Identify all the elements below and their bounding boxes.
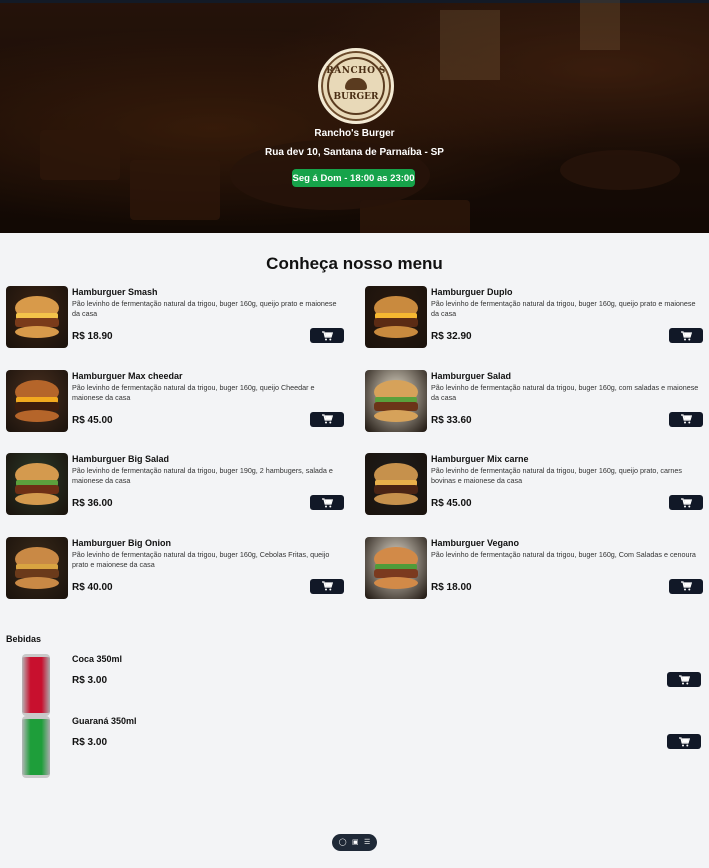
menu-item: Hamburguer Mix carne Pão levinho de ferme…: [365, 453, 703, 515]
header-banner: RANCHO'S BURGER Rancho's Burger Rua dev …: [0, 0, 709, 233]
floating-toolbar[interactable]: ◯ ▣ ☰: [332, 834, 377, 851]
product-name: Hamburguer Max cheedar: [72, 370, 183, 381]
drink-name: Coca 350ml: [72, 654, 123, 664]
product-price: R$ 33.60: [431, 414, 472, 426]
product-name: Hamburguer Salad: [431, 370, 512, 381]
product-image: [365, 369, 427, 432]
product-name: Hamburguer Vegano: [431, 537, 520, 548]
menu-item: Hamburguer Smash Pão levinho de fermentaç…: [6, 286, 344, 348]
product-description: Pão levinho de fermentação natural da tr…: [431, 549, 696, 559]
product-name: Hamburguer Mix carne: [431, 454, 529, 464]
drink-item: Guaraná 350ml R$ 3.00: [6, 716, 701, 778]
add-to-cart-button[interactable]: [310, 411, 344, 427]
product-description: Pão levinho de fermentação natural da tr…: [72, 382, 315, 402]
cart-icon: [321, 414, 333, 424]
menu-item: Hamburguer Max cheedar Pão levinho de fer…: [6, 369, 344, 432]
drinks-title: Bebidas: [6, 634, 42, 644]
product-description: Pão levinho de fermentação natural da tr…: [431, 466, 682, 485]
product-name: Hamburguer Big Salad: [72, 454, 170, 464]
restaurant-address: Rua dev 10, Santana de Parnaíba - SP: [265, 147, 444, 158]
add-to-cart-button[interactable]: [310, 578, 344, 594]
cart-icon: [680, 414, 692, 424]
product-name: Hamburguer Smash: [72, 287, 158, 297]
product-image: [365, 286, 427, 348]
add-to-cart-button[interactable]: [669, 328, 703, 343]
restaurant-logo: RANCHO'S BURGER: [318, 48, 394, 124]
cart-icon: [678, 674, 690, 684]
product-price: R$ 18.90: [72, 331, 113, 342]
cart-icon: [321, 581, 333, 591]
add-to-cart-button[interactable]: [669, 495, 703, 510]
cart-icon: [321, 497, 333, 507]
logo-ring: [327, 57, 385, 115]
toggle-icon[interactable]: ▣: [352, 839, 359, 846]
cart-icon: [678, 736, 690, 746]
add-to-cart-button[interactable]: [667, 672, 701, 687]
product-price: R$ 32.90: [431, 331, 472, 342]
product-image: [6, 286, 68, 348]
product-price: R$ 36.00: [72, 498, 113, 509]
opening-hours-badge: Seg á Dom - 18:00 as 23:00: [292, 169, 415, 187]
product-description: Pão levinho de fermentação natural da tr…: [72, 466, 333, 485]
drink-price: R$ 3.00: [72, 675, 108, 686]
menu-item: Hamburguer Duplo Pão levinho de fermentaç…: [365, 286, 703, 348]
product-image: [365, 536, 427, 599]
product-image: [6, 369, 68, 432]
cart-icon: [680, 330, 692, 340]
drink-price: R$ 3.00: [72, 737, 108, 748]
product-description: Pão levinho de fermentação natural da tr…: [72, 299, 337, 318]
menu-title: Conheça nosso menu: [266, 254, 443, 273]
menu-item: Hamburguer Salad Pão levinho de fermentaç…: [365, 369, 703, 432]
product-description: Pão levinho de fermentação natural da tr…: [431, 299, 696, 318]
product-image: [6, 536, 68, 599]
chat-icon[interactable]: ◯: [339, 839, 347, 846]
product-price: R$ 45.00: [431, 498, 472, 509]
add-to-cart-button[interactable]: [310, 328, 344, 343]
product-name: Hamburguer Big Onion: [72, 537, 171, 548]
restaurant-name: Rancho's Burger: [314, 128, 395, 139]
add-to-cart-button[interactable]: [669, 411, 703, 427]
menu-item: Hamburguer Big Salad Pão levinho de ferme…: [6, 453, 344, 515]
add-to-cart-button[interactable]: [667, 734, 701, 749]
product-image: [365, 453, 427, 515]
menu-item: Hamburguer Vegano Pão levinho de fermenta…: [365, 536, 703, 599]
product-price: R$ 18.00: [431, 581, 472, 593]
menu-icon[interactable]: ☰: [364, 839, 370, 846]
product-image: [6, 453, 68, 515]
cart-icon: [680, 581, 692, 591]
cart-icon: [321, 330, 333, 340]
product-description: Pão levinho de fermentação natural da tr…: [431, 382, 699, 402]
product-price: R$ 40.00: [72, 581, 113, 593]
drink-can-image: [22, 654, 50, 716]
product-price: R$ 45.00: [72, 414, 113, 426]
product-description: Pão levinho de fermentação natural da tr…: [72, 549, 330, 569]
product-name: Hamburguer Duplo: [431, 287, 513, 297]
add-to-cart-button[interactable]: [669, 578, 703, 594]
cart-icon: [680, 497, 692, 507]
drink-item: Coca 350ml R$ 3.00: [6, 654, 701, 716]
menu-item: Hamburguer Big Onion Pão levinho de ferme…: [6, 536, 344, 599]
drink-name: Guaraná 350ml: [72, 716, 137, 726]
drink-can-image: [22, 716, 50, 778]
add-to-cart-button[interactable]: [310, 495, 344, 510]
